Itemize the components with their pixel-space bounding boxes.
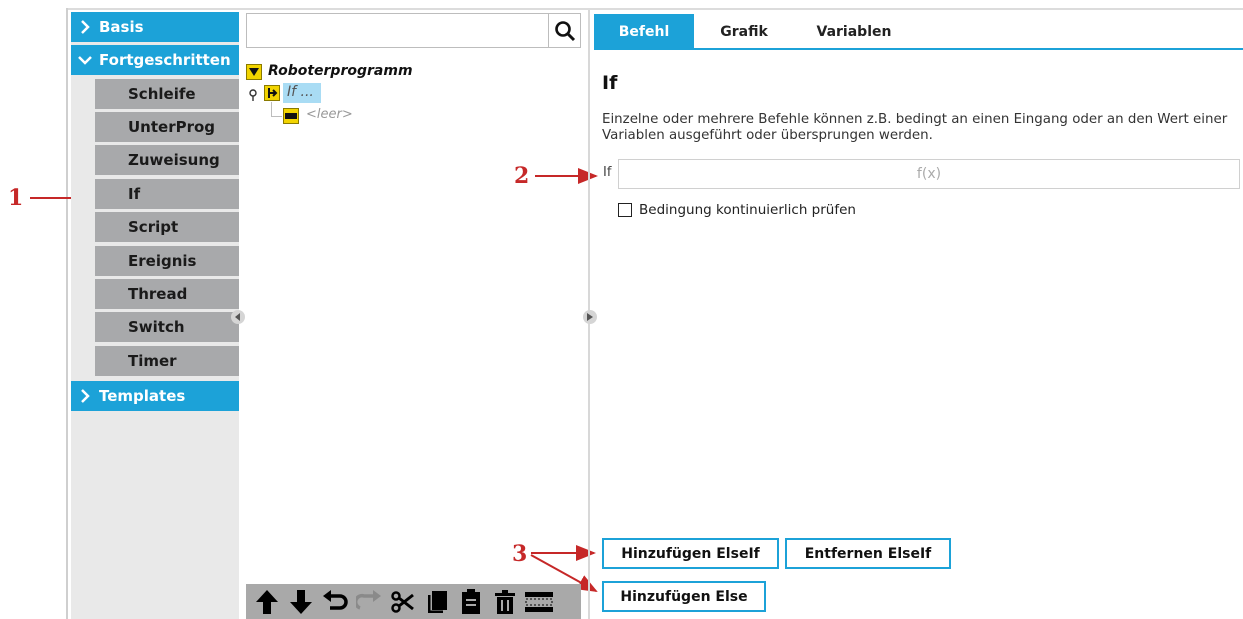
search-input[interactable] [246, 13, 581, 48]
search-icon [555, 20, 576, 41]
sidebar-item-switch[interactable]: Switch [95, 312, 239, 344]
tree-toolbar [246, 584, 581, 619]
remove-elseif-button[interactable]: Entfernen ElseIf [785, 538, 951, 569]
paste-icon[interactable] [456, 587, 486, 617]
category-basis[interactable]: Basis [71, 12, 239, 42]
tab-variablen[interactable]: Variablen [794, 14, 914, 50]
category-fortgeschritten[interactable]: Fortgeschritten [71, 45, 239, 75]
chevron-right-icon [71, 388, 99, 404]
tab-bar: Befehl Grafik Variablen [594, 14, 1243, 50]
callout-number-2: 2 [514, 163, 530, 189]
category-basis-label: Basis [99, 18, 144, 36]
tab-befehl[interactable]: Befehl [594, 14, 694, 50]
add-elseif-button[interactable]: Hinzufügen ElseIf [602, 538, 779, 569]
tab-grafik[interactable]: Grafik [694, 14, 794, 50]
if-expression-field[interactable]: f(x) [618, 159, 1240, 189]
sidebar-item-unterprog[interactable]: UnterProg [95, 112, 239, 144]
category-templates[interactable]: Templates [71, 381, 239, 411]
move-down-icon[interactable] [286, 587, 316, 617]
delete-icon[interactable] [490, 587, 520, 617]
sidebar-item-zuweisung[interactable]: Zuweisung [95, 145, 239, 177]
callout-number-3: 3 [512, 541, 528, 567]
pin-icon [248, 86, 258, 101]
sidebar-item-schleife[interactable]: Schleife [95, 79, 239, 111]
category-templates-label: Templates [99, 387, 186, 405]
empty-node-icon [283, 108, 299, 124]
if-node-icon [264, 85, 280, 101]
description-text: Einzelne oder mehrere Befehle können z.B… [602, 112, 1228, 143]
sidebar-item-thread[interactable]: Thread [95, 279, 239, 311]
continuous-check-label: Bedingung kontinuierlich prüfen [639, 202, 856, 218]
sidebar-item-ereignis[interactable]: Ereignis [95, 246, 239, 278]
search-button[interactable] [550, 14, 580, 47]
add-else-button[interactable]: Hinzufügen Else [602, 581, 766, 612]
chevron-right-icon [71, 19, 99, 35]
tree-if-node[interactable]: If ... [283, 83, 321, 103]
sidebar-item-timer[interactable]: Timer [95, 346, 239, 378]
arrow-right-icon [587, 313, 593, 321]
chevron-down-icon [71, 54, 99, 66]
command-sidebar: Basis Fortgeschritten Schleife UnterProg… [71, 12, 239, 619]
collapse-left-handle[interactable] [231, 310, 245, 324]
if-field-label: If [603, 165, 612, 180]
suppress-icon[interactable] [524, 587, 554, 617]
sidebar-item-if[interactable]: If [95, 179, 239, 211]
sidebar-item-script[interactable]: Script [95, 212, 239, 244]
undo-icon[interactable] [320, 587, 350, 617]
copy-icon[interactable] [422, 587, 452, 617]
frame-top-border [66, 8, 1243, 10]
tree-if-node-label: If ... [287, 84, 314, 100]
category-fortgeschritten-label: Fortgeschritten [99, 51, 231, 69]
callout-number-1: 1 [8, 185, 24, 211]
move-up-icon[interactable] [252, 587, 282, 617]
collapse-right-handle[interactable] [583, 310, 597, 324]
tree-empty-node[interactable]: <leer> [306, 107, 353, 122]
tree-connector [271, 116, 282, 117]
arrow-left-icon [235, 313, 240, 321]
tree-root-program[interactable]: Roboterprogramm [268, 63, 413, 79]
redo-icon[interactable] [354, 587, 384, 617]
frame-left-border [66, 8, 68, 619]
page-title: If [602, 72, 618, 94]
continuous-check-checkbox[interactable] [618, 203, 632, 217]
collapse-triangle-icon[interactable] [246, 64, 262, 80]
cut-icon[interactable] [388, 587, 418, 617]
tree-connector [271, 102, 272, 116]
search-separator [548, 14, 549, 47]
